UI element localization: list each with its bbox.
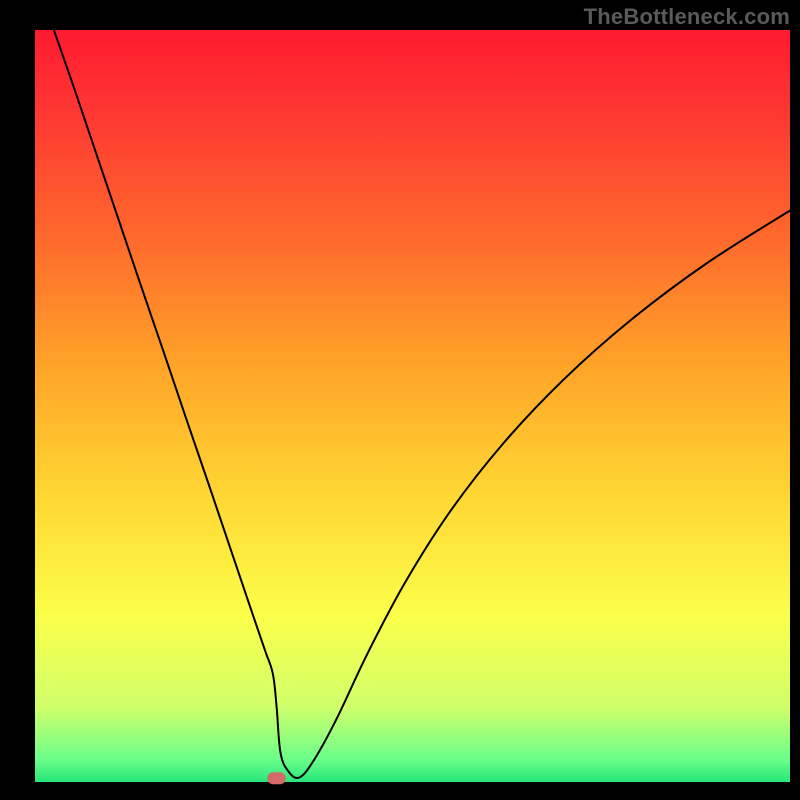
plot-background — [35, 30, 790, 782]
bottleneck-chart — [0, 0, 800, 800]
chart-frame: TheBottleneck.com — [0, 0, 800, 800]
watermark-text: TheBottleneck.com — [584, 4, 790, 30]
optimal-marker — [268, 772, 286, 784]
